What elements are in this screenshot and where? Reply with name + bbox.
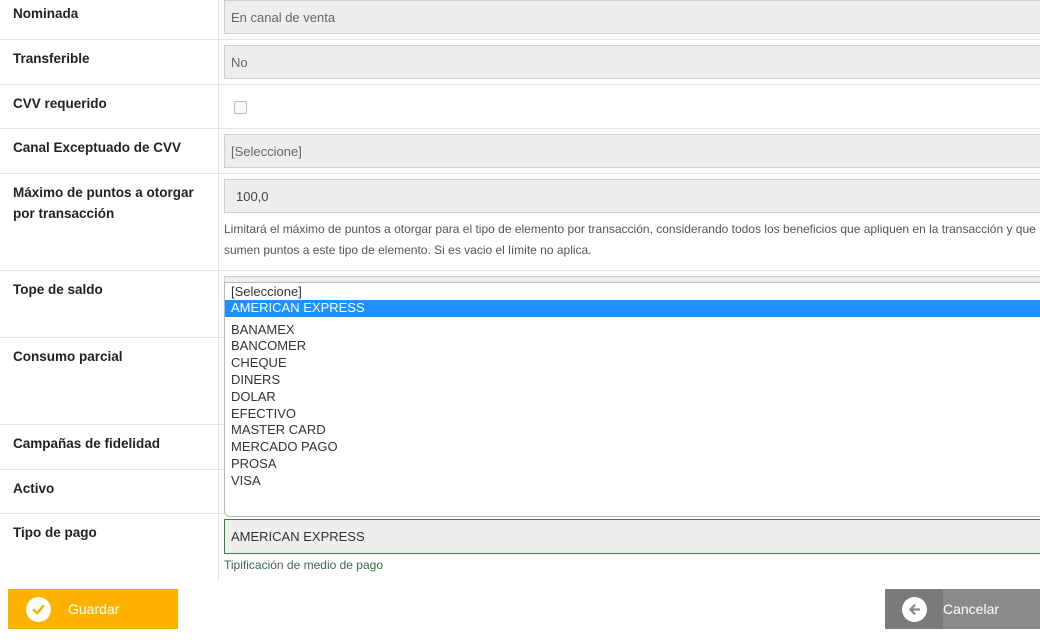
label-transferible: Transferible: [0, 40, 219, 84]
cancel-button[interactable]: Cancelar: [885, 589, 1040, 629]
check-icon: [25, 596, 51, 622]
label-nominada: Nominada: [0, 0, 219, 39]
row-nominada: Nominada En canal de venta: [0, 0, 1040, 40]
dropdown-option[interactable]: CHEQUE: [225, 355, 1040, 372]
row-cvv-requerido: CVV requerido: [0, 85, 1040, 129]
label-campanas: Campañas de fidelidad: [0, 425, 219, 469]
dropdown-option[interactable]: MERCADO PAGO: [225, 439, 1040, 456]
label-canal-exceptuado: Canal Exceptuado de CVV: [0, 129, 219, 173]
row-transferible: Transferible No: [0, 40, 1040, 85]
dropdown-option[interactable]: PROSA: [225, 456, 1040, 473]
canal-exceptuado-select[interactable]: [Seleccione]: [224, 134, 1040, 168]
label-activo: Activo: [0, 470, 219, 513]
dropdown-option[interactable]: [Seleccione]: [225, 283, 1040, 300]
dropdown-option[interactable]: BANAMEX: [225, 322, 1040, 339]
transferible-select[interactable]: No: [224, 45, 1040, 79]
dropdown-option[interactable]: DINERS: [225, 372, 1040, 389]
save-button-label: Guardar: [68, 601, 120, 617]
label-consumo-parcial: Consumo parcial: [0, 338, 219, 424]
save-button[interactable]: Guardar: [8, 589, 178, 629]
dropdown-option[interactable]: BANCOMER: [225, 338, 1040, 355]
row-canal-exceptuado: Canal Exceptuado de CVV [Seleccione]: [0, 129, 1040, 174]
cvv-requerido-checkbox[interactable]: [234, 101, 247, 114]
row-tipo-pago: Tipo de pago AMERICAN EXPRESS Tipificaci…: [0, 514, 1040, 582]
tipo-pago-dropdown-list[interactable]: [Seleccione] AMERICAN EXPRESS BANAMEX BA…: [224, 282, 1040, 517]
dropdown-option-selected[interactable]: AMERICAN EXPRESS: [225, 299, 1040, 317]
dropdown-option[interactable]: MASTER CARD: [225, 422, 1040, 439]
maximo-puntos-help: Limitará el máximo de puntos a otorgar p…: [224, 213, 1040, 267]
cancel-button-label: Cancelar: [943, 601, 1000, 617]
label-tope-saldo: Tope de saldo: [0, 271, 219, 337]
label-maximo-puntos: Máximo de puntos a otorgar por transacci…: [0, 174, 219, 270]
tipo-pago-select[interactable]: AMERICAN EXPRESS: [224, 519, 1040, 554]
dropdown-option[interactable]: DOLAR: [225, 389, 1040, 406]
dropdown-option[interactable]: EFECTIVO: [225, 406, 1040, 423]
label-cvv-requerido: CVV requerido: [0, 85, 219, 128]
maximo-puntos-help-line2: sumen puntos a este tipo de elemento. Si…: [224, 243, 592, 257]
maximo-puntos-help-line1: Limitará el máximo de puntos a otorgar p…: [224, 222, 1036, 236]
nominada-select[interactable]: En canal de venta: [224, 0, 1040, 34]
label-tipo-pago: Tipo de pago: [0, 514, 219, 582]
label-maximo-puntos-line2: por transacción: [13, 206, 115, 221]
maximo-puntos-input[interactable]: 100,0: [224, 179, 1040, 213]
label-maximo-puntos-line1: Máximo de puntos a otorgar: [13, 185, 194, 200]
dropdown-option[interactable]: VISA: [225, 473, 1040, 490]
tipo-pago-help: Tipificación de medio de pago: [224, 558, 383, 572]
row-maximo-puntos: Máximo de puntos a otorgar por transacci…: [0, 174, 1040, 271]
arrow-left-icon: [901, 596, 927, 622]
